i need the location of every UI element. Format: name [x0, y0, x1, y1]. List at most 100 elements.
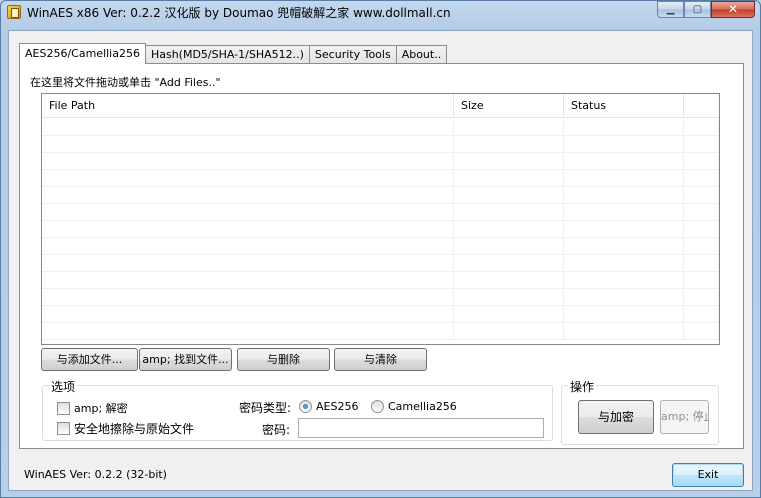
empty-list-row [42, 204, 719, 221]
empty-list-cell [684, 221, 719, 238]
empty-list-row [42, 323, 719, 340]
secure-wipe-checkbox[interactable]: 安全地擦除与原始文件 [57, 420, 194, 437]
empty-list-cell [42, 238, 454, 255]
empty-list-cell [42, 323, 454, 340]
empty-list-cell [42, 170, 454, 187]
empty-list-cell [42, 255, 454, 272]
empty-list-cell [454, 119, 564, 136]
radio-camellia256-label: Camellia256 [388, 400, 457, 413]
minimize-button[interactable]: ▁ [657, 1, 684, 18]
empty-list-cell [684, 119, 719, 136]
column-file-path[interactable]: File Path [42, 94, 454, 117]
secure-wipe-checkbox-box[interactable] [57, 422, 70, 435]
maximize-button[interactable]: ▢ [684, 1, 711, 18]
maximize-icon: ▢ [692, 4, 703, 15]
title-bar[interactable]: WinAES x86 Ver: 0.2.2 汉化版 by Doumao 兜帽破解… [1, 1, 760, 23]
column-status[interactable]: Status [564, 94, 684, 117]
empty-list-cell [454, 323, 564, 340]
delete-button[interactable]: 与删除 [237, 348, 330, 371]
empty-list-cell [564, 136, 684, 153]
empty-list-cell [454, 136, 564, 153]
empty-list-cell [42, 289, 454, 306]
clear-button[interactable]: 与清除 [334, 348, 427, 371]
secure-wipe-checkbox-label: 安全地擦除与原始文件 [74, 422, 195, 436]
file-list[interactable]: File Path Size Status [41, 93, 720, 345]
add-files-button[interactable]: 与添加文件... [41, 348, 138, 371]
app-window: WinAES x86 Ver: 0.2.2 汉化版 by Doumao 兜帽破解… [0, 0, 761, 498]
version-status: WinAES Ver: 0.2.2 (32-bit) [24, 468, 167, 481]
empty-list-cell [564, 255, 684, 272]
tab-strip: AES256/Camellia256 Hash(MD5/SHA-1/SHA512… [19, 43, 448, 64]
radio-aes256-label: AES256 [316, 400, 359, 413]
empty-list-cell [684, 272, 719, 289]
drop-hint: 在这里将文件拖动或单击 "Add Files.." [30, 76, 221, 89]
caption-buttons: ▁ ▢ ✕ [657, 1, 755, 19]
tab-about[interactable]: About.. [395, 45, 448, 64]
find-files-button[interactable]: amp; 找到文件... [139, 348, 232, 371]
empty-list-row [42, 221, 719, 238]
empty-list-cell [564, 153, 684, 170]
empty-list-cell [684, 187, 719, 204]
empty-list-row [42, 187, 719, 204]
empty-list-row [42, 136, 719, 153]
empty-list-row [42, 272, 719, 289]
cipher-type-label: 密码类型: [239, 401, 292, 415]
client-area: AES256/Camellia256 Hash(MD5/SHA-1/SHA512… [8, 30, 753, 491]
empty-list-cell [684, 255, 719, 272]
tab-hash[interactable]: Hash(MD5/SHA-1/SHA512..) [144, 45, 310, 64]
empty-list-row [42, 238, 719, 255]
empty-list-row [42, 119, 719, 136]
decrypt-checkbox[interactable]: amp; 解密 [57, 400, 128, 416]
empty-list-cell [42, 119, 454, 136]
empty-list-cell [454, 306, 564, 323]
empty-list-cell [684, 170, 719, 187]
empty-list-cell [564, 306, 684, 323]
empty-list-row [42, 306, 719, 323]
encrypt-button[interactable]: 与加密 [578, 400, 654, 434]
empty-list-cell [42, 204, 454, 221]
radio-aes256[interactable]: AES256 [299, 400, 358, 413]
empty-list-cell [454, 187, 564, 204]
empty-list-cell [684, 153, 719, 170]
empty-list-cell [684, 204, 719, 221]
password-label: 密码: [262, 423, 291, 437]
app-lock-icon [7, 5, 21, 19]
empty-list-cell [564, 323, 684, 340]
empty-list-row [42, 170, 719, 187]
empty-list-cell [454, 204, 564, 221]
empty-list-cell [42, 221, 454, 238]
password-input[interactable] [298, 418, 544, 438]
empty-list-row [42, 255, 719, 272]
empty-list-cell [564, 289, 684, 306]
empty-list-row [42, 153, 719, 170]
empty-list-cell [684, 136, 719, 153]
tab-security-tools[interactable]: Security Tools [308, 45, 397, 64]
radio-camellia256-dot[interactable] [371, 400, 384, 413]
decrypt-checkbox-box[interactable] [57, 401, 70, 415]
empty-list-cell [684, 323, 719, 340]
empty-list-cell [564, 221, 684, 238]
empty-list-cell [42, 272, 454, 289]
close-button[interactable]: ✕ [711, 1, 755, 18]
empty-list-cell [42, 187, 454, 204]
file-list-header: File Path Size Status [42, 94, 719, 118]
empty-list-cell [564, 238, 684, 255]
empty-list-cell [684, 289, 719, 306]
radio-aes256-dot[interactable] [299, 400, 312, 413]
decrypt-checkbox-label: amp; 解密 [74, 402, 128, 415]
minimize-icon: ▁ [666, 4, 675, 15]
close-icon: ✕ [727, 2, 739, 16]
empty-list-cell [684, 238, 719, 255]
empty-list-cell [564, 187, 684, 204]
radio-camellia256[interactable]: Camellia256 [371, 400, 457, 413]
empty-list-cell [564, 119, 684, 136]
empty-list-cell [42, 136, 454, 153]
empty-list-cell [42, 153, 454, 170]
stop-button[interactable]: amp; 停止 [660, 400, 709, 434]
column-size[interactable]: Size [454, 94, 564, 117]
tab-aes-camellia[interactable]: AES256/Camellia256 [19, 43, 146, 64]
empty-list-cell [454, 221, 564, 238]
exit-button[interactable]: Exit [672, 463, 744, 487]
empty-list-row [42, 289, 719, 306]
column-extra[interactable] [684, 94, 719, 117]
